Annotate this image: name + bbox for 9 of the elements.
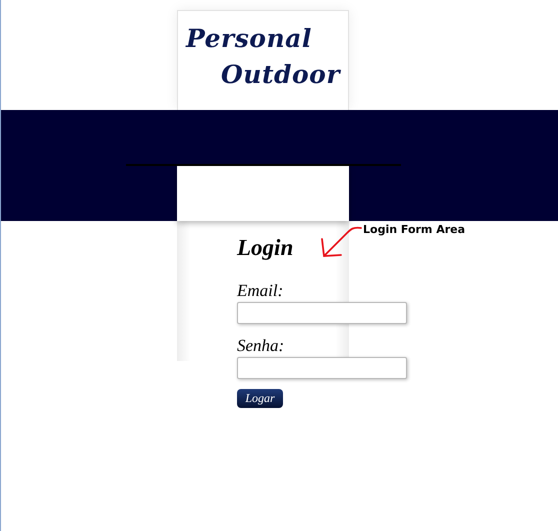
field-label: Email:: [237, 281, 284, 301]
login-button[interactable]: Logar: [237, 389, 283, 408]
logo: Personal Outdoor: [177, 10, 349, 110]
field-label: Senha:: [237, 336, 284, 356]
annotation-label: Login Form Area: [363, 223, 466, 236]
login-title: Login: [237, 234, 294, 262]
arrow-icon: [319, 225, 363, 259]
input-field[interactable]: [237, 302, 407, 324]
input-field[interactable]: [237, 357, 407, 379]
